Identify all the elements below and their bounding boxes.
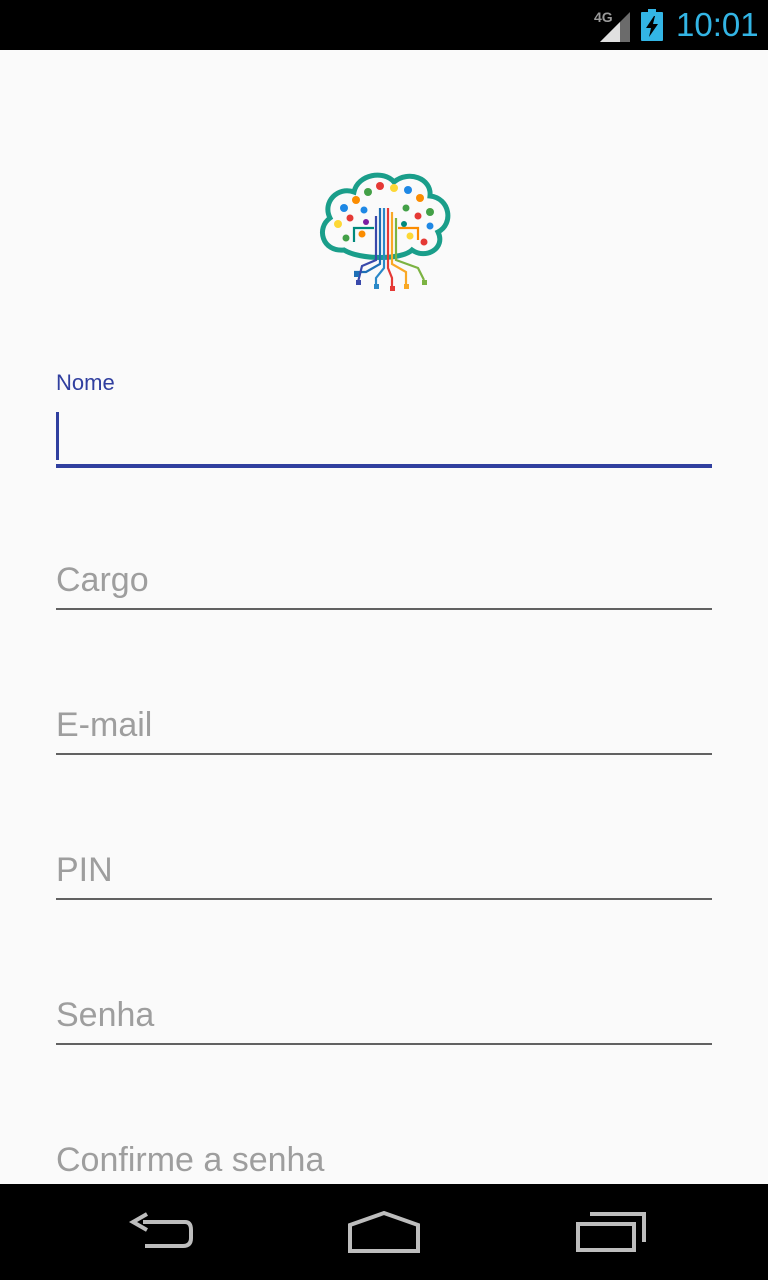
name-field-label: Nome — [56, 370, 115, 395]
navigation-bar — [0, 1184, 768, 1280]
cargo-field-underline — [56, 608, 712, 610]
recents-button[interactable] — [560, 1202, 660, 1262]
pin-field-underline — [56, 898, 712, 900]
signal-icon — [600, 12, 630, 42]
battery-charging-icon — [641, 9, 663, 41]
email-input[interactable]: E-mail — [56, 705, 712, 745]
cargo-field[interactable]: Cargo — [56, 556, 712, 612]
email-field[interactable]: E-mail — [56, 701, 712, 757]
cargo-input[interactable]: Cargo — [56, 560, 712, 600]
confirm-password-field[interactable]: Confirme a senha — [56, 1136, 712, 1184]
text-cursor — [56, 412, 59, 460]
password-field-underline — [56, 1043, 712, 1045]
password-field[interactable]: Senha — [56, 991, 712, 1047]
signup-form: Nome Cargo E-mail PIN Senha Confirme a s… — [0, 50, 768, 1184]
confirm-password-input[interactable]: Confirme a senha — [56, 1140, 712, 1180]
recents-icon — [576, 1212, 646, 1252]
status-bar: 4G 10:01 — [0, 0, 768, 50]
back-arrow-icon — [128, 1212, 193, 1248]
pin-field[interactable]: PIN — [56, 846, 712, 902]
email-field-underline — [56, 753, 712, 755]
name-field[interactable]: Nome — [56, 370, 712, 470]
clock: 10:01 — [676, 6, 759, 43]
home-icon — [348, 1211, 420, 1253]
password-input[interactable]: Senha — [56, 995, 712, 1035]
home-button[interactable] — [334, 1202, 434, 1262]
pin-input[interactable]: PIN — [56, 850, 712, 890]
back-button[interactable] — [110, 1202, 210, 1262]
name-field-underline — [56, 464, 712, 468]
tree-circuit-logo-icon — [320, 172, 451, 291]
